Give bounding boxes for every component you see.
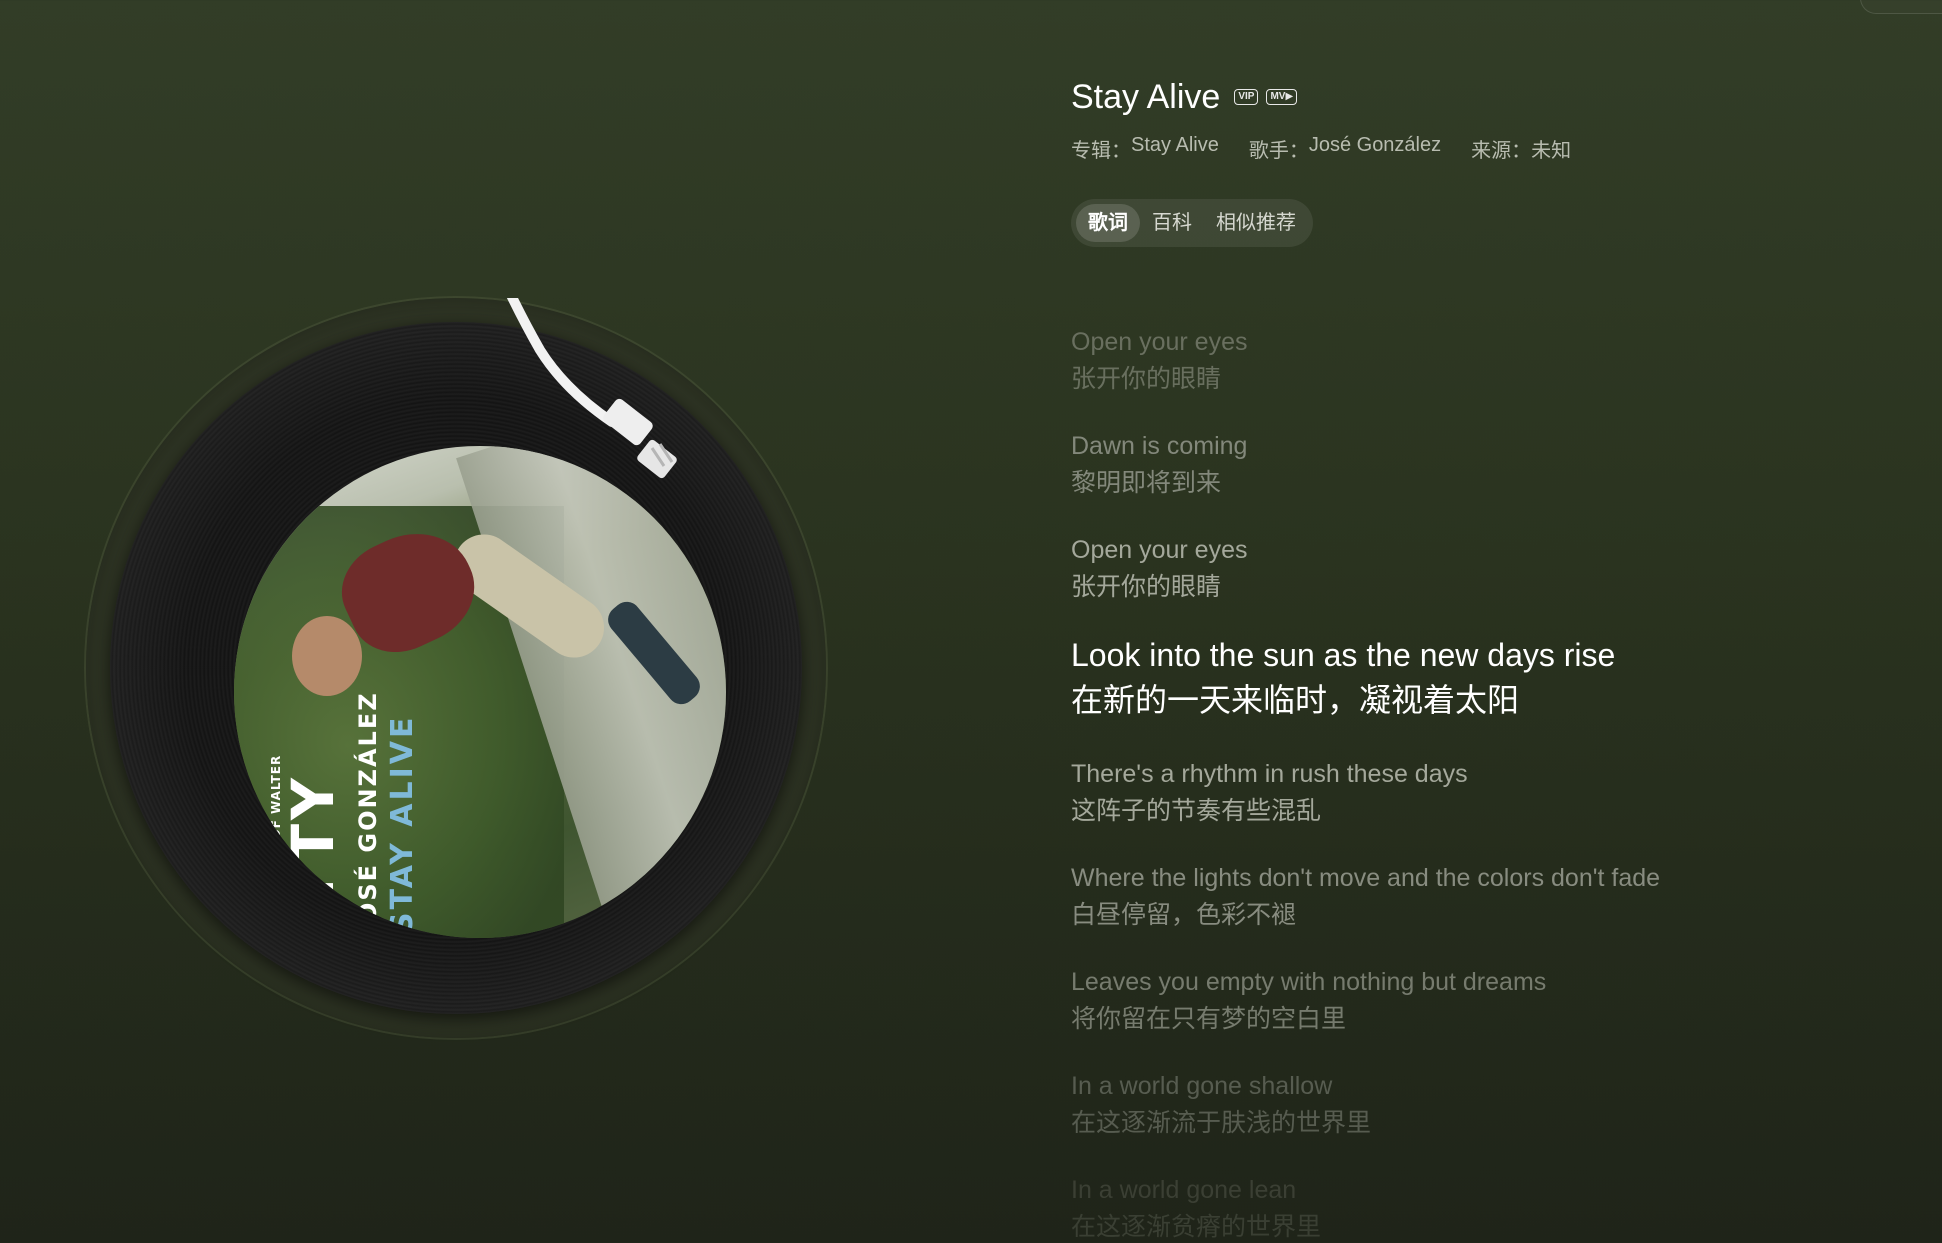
- lyric-en: Open your eyes: [1071, 536, 1248, 564]
- lyric-line-current[interactable]: Look into the sun as the new days rise 在…: [1071, 633, 1921, 723]
- lyric-zh: 将你留在只有梦的空白里: [1071, 1004, 1347, 1033]
- turntable: E OF WALTER ITTY JOSÉ GONZÁLEZ STAY ALIV…: [86, 298, 826, 1038]
- lyric-line[interactable]: In a world gone shallow 在这逐渐流于肤浅的世界里: [1071, 1068, 1921, 1142]
- song-title: Stay Alive: [1071, 77, 1221, 116]
- tonearm-rod: [506, 298, 617, 427]
- lyric-line[interactable]: Dawn is coming 黎明即将到来: [1071, 428, 1921, 502]
- vip-badge: VIP: [1234, 89, 1259, 105]
- lyric-zh: 黎明即将到来: [1071, 468, 1222, 497]
- lyric-line[interactable]: Open your eyes 张开你的眼睛: [1071, 532, 1921, 606]
- lyric-en: Leaves you empty with nothing but dreams: [1071, 968, 1547, 996]
- content-tabs: 歌词 百科 相似推荐: [1071, 199, 1313, 247]
- tab-encyclopedia[interactable]: 百科: [1140, 204, 1204, 242]
- lyric-en: In a world gone shallow: [1071, 1072, 1333, 1100]
- lyric-en: Look into the sun as the new days rise: [1071, 637, 1616, 673]
- lyric-zh: 在这逐渐贫瘠的世界里: [1071, 1212, 1322, 1241]
- tab-similar-recommendations[interactable]: 相似推荐: [1204, 204, 1308, 242]
- lyric-en: Where the lights don't move and the colo…: [1071, 864, 1661, 892]
- lyric-line[interactable]: Leaves you empty with nothing but dreams…: [1071, 964, 1921, 1038]
- tonearm[interactable]: [86, 298, 826, 1038]
- window-control-partial[interactable]: [1860, 0, 1942, 14]
- lyric-zh: 张开你的眼睛: [1071, 572, 1222, 601]
- lyric-en: In a world gone lean: [1071, 1176, 1297, 1204]
- lyric-zh: 这阵子的节奏有些混乱: [1071, 796, 1322, 825]
- lyric-en: Dawn is coming: [1071, 432, 1248, 460]
- lyric-zh: 白昼停留，色彩不褪: [1071, 900, 1297, 929]
- singer-name[interactable]: José González: [1309, 134, 1441, 163]
- album-info[interactable]: 专辑： Stay Alive: [1071, 134, 1219, 163]
- album-name[interactable]: Stay Alive: [1131, 134, 1219, 163]
- lyric-line[interactable]: In a world gone lean 在这逐渐贫瘠的世界里: [1071, 1172, 1921, 1243]
- lyric-line[interactable]: Where the lights don't move and the colo…: [1071, 860, 1921, 934]
- lyric-line[interactable]: Open your eyes 张开你的眼睛: [1071, 324, 1921, 398]
- tab-lyrics[interactable]: 歌词: [1076, 204, 1140, 242]
- source-value: 未知: [1531, 140, 1572, 162]
- song-info-panel: Stay Alive VIP MV▶ 专辑： Stay Alive 歌手： Jo…: [1071, 74, 1921, 247]
- lyric-zh: 在这逐渐流于肤浅的世界里: [1071, 1108, 1372, 1137]
- title-row: Stay Alive VIP MV▶: [1071, 74, 1921, 120]
- lyric-zh: 张开你的眼睛: [1071, 364, 1222, 393]
- tonearm-headshell: [603, 398, 653, 446]
- singer-label: 歌手：: [1248, 140, 1309, 162]
- mv-badge[interactable]: MV▶: [1266, 89, 1298, 105]
- lyric-zh: 在新的一天来临时，凝视着太阳: [1071, 681, 1520, 719]
- lyric-en: There's a rhythm in rush these days: [1071, 760, 1468, 788]
- singer-info[interactable]: 歌手： José González: [1249, 134, 1441, 163]
- lyric-en: Open your eyes: [1071, 328, 1248, 356]
- lyric-line[interactable]: There's a rhythm in rush these days 这阵子的…: [1071, 756, 1921, 830]
- source-label: 来源：: [1471, 140, 1532, 162]
- lyrics-panel[interactable]: Open your eyes 张开你的眼睛 Dawn is coming 黎明即…: [1071, 275, 1921, 1243]
- song-meta: 专辑： Stay Alive 歌手： José González 来源： 未知: [1071, 134, 1921, 163]
- album-label: 专辑：: [1071, 140, 1131, 162]
- source-info: 来源： 未知: [1471, 134, 1571, 163]
